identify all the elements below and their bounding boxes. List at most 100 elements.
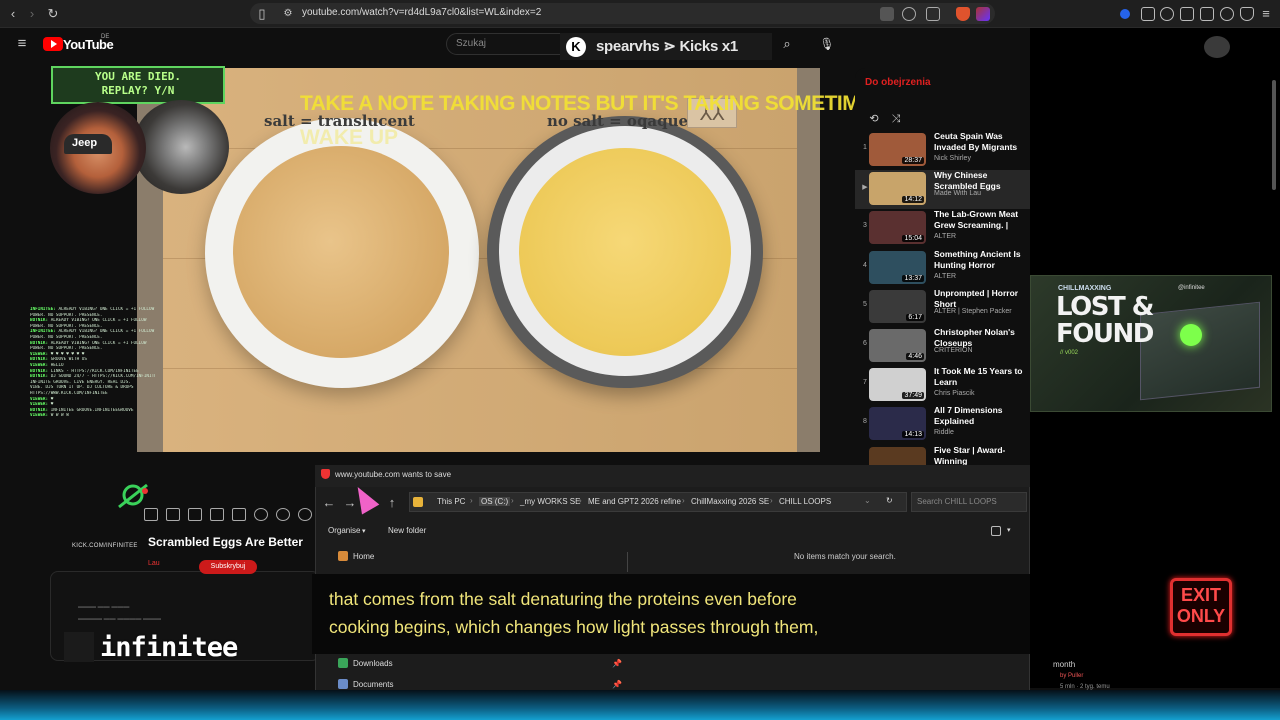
playlist-item[interactable]: 6 4:46 Christopher Nolan's Closeups CRITERI… <box>855 327 1030 366</box>
playlist-item-channel[interactable]: ALTER <box>934 273 956 280</box>
extension-icon[interactable] <box>1120 9 1130 19</box>
chat-text: POWER. NO SUPPORT. PRESENCE. <box>30 323 103 329</box>
playlist-header[interactable]: Do obejrzenia <box>865 77 931 88</box>
home-icon <box>338 551 348 561</box>
rewards-icon[interactable] <box>976 7 990 21</box>
dialog-refresh-icon[interactable]: ↻ <box>886 496 893 505</box>
pane-divider[interactable] <box>627 552 628 572</box>
new-folder-button[interactable]: New folder <box>388 526 426 535</box>
playlist-item-title[interactable]: All 7 Dimensions Explained <box>934 405 1030 427</box>
hamburger-menu-icon[interactable]: ≡ <box>14 36 30 52</box>
playlist-item[interactable]: 8 14:13 All 7 Dimensions Explained Riddle <box>855 405 1030 444</box>
organise-button[interactable]: Organise <box>328 526 360 535</box>
playlist-item-title[interactable]: It Took Me 15 Years to Learn <box>934 366 1030 388</box>
puzzle-icon[interactable] <box>1141 7 1155 21</box>
playlist-item-channel[interactable]: Riddle <box>934 429 954 436</box>
breadcrumb-item[interactable]: ChillMaxxing 2026 SE <box>691 497 769 506</box>
kick-stream-title: spearvhs ⋗ Kicks x1 <box>596 38 738 55</box>
video-thumbnail[interactable]: 6:17 <box>869 289 926 323</box>
menu-icon[interactable]: ≡ <box>1258 6 1274 22</box>
playlist-item[interactable]: ▶ 14:12 Why Chinese Scrambled Eggs Made Wit… <box>855 170 1030 210</box>
playlist-item[interactable]: 5 6:17 Unprompted | Horror Short ALTER | St… <box>855 288 1030 327</box>
forward-icon[interactable]: › <box>24 6 40 22</box>
playlist-item-channel[interactable]: Nick Shirley <box>934 155 971 162</box>
breadcrumb-item[interactable]: CHILL LOOPS <box>779 497 831 506</box>
playlist-item[interactable]: 7 37:49 It Took Me 15 Years to Learn Chris … <box>855 366 1030 405</box>
video-thumbnail[interactable]: 15:04 <box>869 211 926 245</box>
youtube-logo-icon[interactable] <box>43 37 63 51</box>
search-icon[interactable]: ⌕ <box>772 33 802 55</box>
video-thumbnail[interactable]: 28:37 <box>869 133 926 166</box>
zoom-icon[interactable] <box>902 7 916 21</box>
playlist-item-channel[interactable]: ALTER | Stephen Packer <box>934 308 1012 315</box>
video-thumbnail[interactable]: 37:49 <box>869 368 926 402</box>
bookmark-icon[interactable]: ▯ <box>254 6 270 22</box>
wallet-icon[interactable] <box>1200 7 1214 21</box>
leo-icon[interactable] <box>1220 7 1234 21</box>
back-icon[interactable]: ‹ <box>5 6 21 22</box>
brave-shield-icon[interactable] <box>956 7 970 21</box>
recommendation-fragment[interactable]: month <box>1053 660 1075 669</box>
breadcrumb-item[interactable]: ME and GPT2 2026 refine <box>588 497 681 506</box>
playlist-item-channel[interactable]: CRITERION <box>934 347 973 354</box>
reload-icon[interactable]: ↻ <box>45 6 61 22</box>
dialog-up-icon[interactable]: ↑ <box>384 495 400 511</box>
sidebar-item-home[interactable]: Home <box>353 552 374 561</box>
breadcrumb-item[interactable]: _my WORKS SE <box>520 497 580 506</box>
playlist-item-title[interactable]: Something Ancient Is Hunting Horror <box>934 249 1030 271</box>
video-thumbnail[interactable]: 14:12 <box>869 172 926 206</box>
view-chevron-icon[interactable]: ▾ <box>1007 526 1011 534</box>
video-thumbnail[interactable]: 13:37 <box>869 250 926 284</box>
url-text[interactable]: youtube.com/watch?v=rd4dL9a7cl0&list=WL&… <box>302 7 541 18</box>
path-dropdown-icon[interactable]: ⌄ <box>864 496 871 505</box>
media-icon[interactable] <box>1160 7 1174 21</box>
playlist-item[interactable]: 3 15:04 The Lab-Grown Meat Grew Screaming.… <box>855 209 1030 248</box>
playlist-item-title[interactable]: Christopher Nolan's Closeups <box>934 327 1030 349</box>
chat-text: ♥ <box>50 402 54 408</box>
breadcrumb-separator-icon[interactable]: › <box>770 496 773 505</box>
vpn-icon[interactable] <box>1240 7 1254 21</box>
toolbar-icon <box>254 508 268 521</box>
cast-icon[interactable] <box>926 7 940 21</box>
site-info-icon[interactable]: ⚙ <box>280 6 296 22</box>
breadcrumb-item[interactable]: OS (C:) <box>479 497 511 506</box>
video-duration: 28:37 <box>902 157 924 164</box>
playlist-item-title[interactable]: The Lab-Grown Meat Grew Screaming. | ALT… <box>934 209 1030 231</box>
playlist-item[interactable]: 1 28:37 Ceuta Spain Was Invaded By Migrant… <box>855 131 1030 170</box>
video-thumbnail[interactable]: 14:13 <box>869 407 926 441</box>
documents-icon <box>338 679 348 689</box>
breadcrumb-item[interactable]: This PC <box>437 497 465 506</box>
subscribe-button[interactable]: Subskrybuj <box>199 560 257 574</box>
loop-icon[interactable]: ⟲ <box>866 111 882 127</box>
microphone-icon[interactable]: 🎙 <box>817 34 837 54</box>
playlist-item-title[interactable]: Unprompted | Horror Short <box>934 288 1030 310</box>
hat-text: Jeep <box>72 137 98 149</box>
page-scrollbar[interactable] <box>1272 80 1276 190</box>
sidebar-item-downloads[interactable]: Downloads <box>353 659 393 668</box>
playlist-item-title[interactable]: Why Chinese Scrambled Eggs <box>934 170 1030 192</box>
playlist-item[interactable]: 4 13:37 Something Ancient Is Hunting Horro… <box>855 249 1030 288</box>
pin-icon[interactable]: 📌 <box>612 659 622 668</box>
sidebar-item-documents[interactable]: Documents <box>353 680 393 689</box>
playlist-item-title[interactable]: Ceuta Spain Was Invaded By Migrants <box>934 131 1030 153</box>
breadcrumb-separator-icon[interactable]: › <box>579 496 582 505</box>
country-code: DE <box>101 34 110 40</box>
recommendation-channel[interactable]: by Puller <box>1060 673 1083 679</box>
breadcrumb-separator-icon[interactable]: › <box>470 496 473 505</box>
playlist-item-title[interactable]: Five Star | Award-Winning <box>934 445 1030 467</box>
breadcrumb-separator-icon[interactable]: › <box>682 496 685 505</box>
breadcrumb-separator-icon[interactable]: › <box>511 496 514 505</box>
dialog-back-icon[interactable]: ← <box>321 495 337 511</box>
sidebar-toggle-icon[interactable] <box>1180 7 1194 21</box>
pin-icon[interactable]: 📌 <box>612 680 622 689</box>
playlist-item-channel[interactable]: ALTER <box>934 233 956 240</box>
view-options-icon[interactable] <box>991 526 1001 536</box>
translate-icon[interactable] <box>880 7 894 21</box>
video-player[interactable]: salt = translucent no salt = oqaque ⅄⅄ <box>137 68 820 452</box>
organise-chevron-icon[interactable]: ▾ <box>362 527 366 535</box>
shuffle-icon[interactable]: ⤨ <box>888 111 904 127</box>
video-thumbnail[interactable]: 4:46 <box>869 329 926 362</box>
playlist-item-channel[interactable]: Chris Piascik <box>934 390 974 397</box>
channel-name[interactable]: Lau <box>148 560 160 567</box>
playlist-item-channel[interactable]: Made With Lau <box>934 190 981 197</box>
